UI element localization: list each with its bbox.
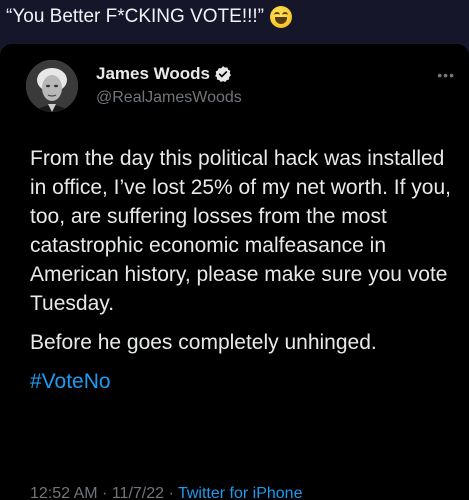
caption-text: “You Better F*CKING VOTE!!!” <box>6 6 264 27</box>
screenshot: “You Better F*CKING VOTE!!!” James Woods <box>0 0 469 500</box>
author-handle[interactable]: @RealJamesWoods <box>96 88 242 108</box>
avatar-portrait <box>26 60 78 112</box>
author-row: James Woods <box>96 64 232 84</box>
tweet-card[interactable]: James Woods @RealJamesWoods ••• From the… <box>0 44 469 500</box>
meta-separator: · <box>164 485 178 500</box>
tweet-date[interactable]: 11/7/22 <box>112 485 164 500</box>
tweet-source-link[interactable]: Twitter for iPhone <box>178 485 303 500</box>
tweet-paragraph: From the day this political hack was ins… <box>30 147 451 315</box>
tweet-paragraph: Before he goes completely unhinged. <box>30 331 377 354</box>
tweet-time[interactable]: 12:52 AM <box>30 485 98 500</box>
verified-badge-icon <box>215 66 231 83</box>
avatar[interactable] <box>26 60 78 112</box>
hashtag-link[interactable]: #VoteNo <box>30 367 460 396</box>
author-name[interactable]: James Woods <box>96 64 210 84</box>
grinning-face-icon <box>269 6 292 28</box>
tweet-meta: 12:52 AM · 11/7/22 · Twitter for iPhone <box>30 484 302 500</box>
meta-separator: · <box>97 485 112 500</box>
more-options-icon[interactable]: ••• <box>437 68 455 82</box>
caption: “You Better F*CKING VOTE!!!” <box>6 4 463 30</box>
tweet-body: From the day this political hack was ins… <box>30 144 460 396</box>
